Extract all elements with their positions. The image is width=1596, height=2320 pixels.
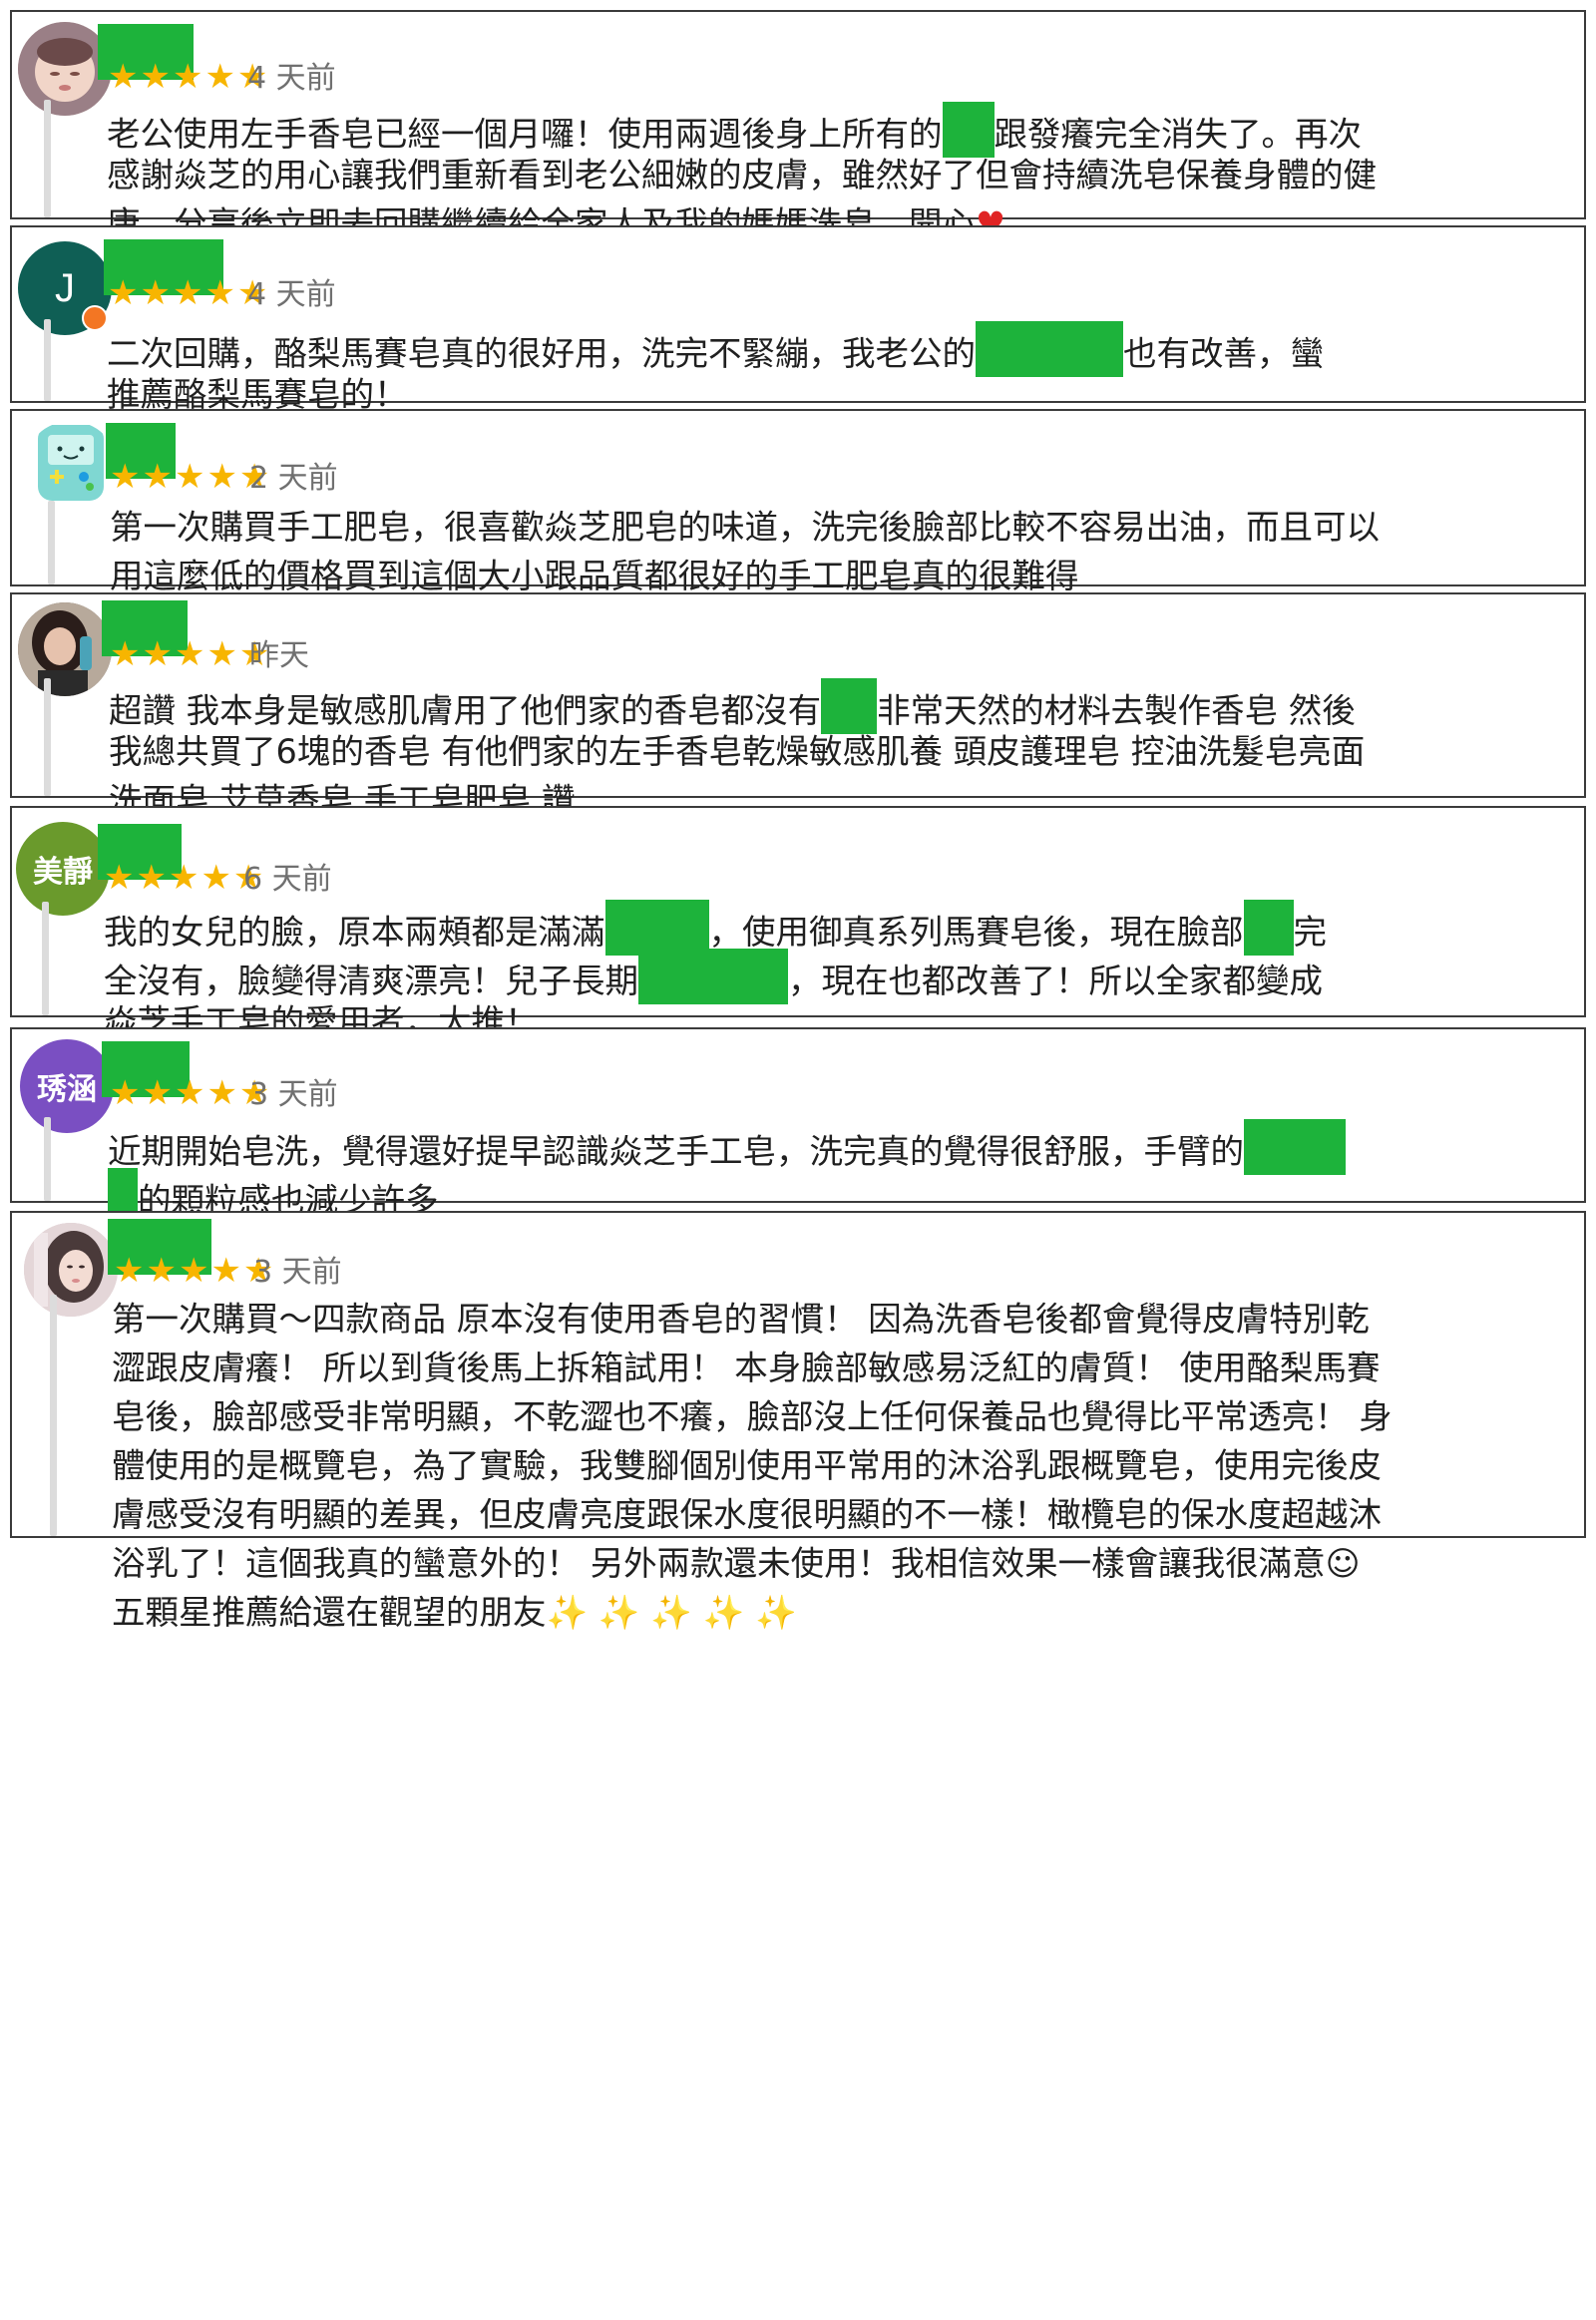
quote-bar <box>42 902 49 1015</box>
avatar[interactable] <box>24 421 118 515</box>
review-text-line: 近期開始皂洗，覺得還好提早認識焱芝手工皂，洗完真的覺得很舒服，手臂的 <box>108 1132 1244 1171</box>
avatar[interactable] <box>18 602 112 696</box>
review-card: ★★★★★ 4 天前 老公使用左手香皂已經一個月囉！使用兩週後身上所有的 跟發癢完… <box>10 10 1586 243</box>
review-text-line: 感謝焱芝的用心讓我們重新看到老公細嫩的皮膚，雖然好了但會持續洗皂保養身體的健 <box>107 156 1377 194</box>
quote-bar <box>50 1295 57 1536</box>
review-time: 4 天前 <box>247 277 336 312</box>
quote-bar <box>44 1117 51 1201</box>
review-time: 昨天 <box>249 638 309 673</box>
star-rating: ★★★★★ <box>108 57 270 97</box>
star-rating: ★★★★★ <box>114 1251 276 1291</box>
review-time: 6 天前 <box>243 862 332 897</box>
review-text: 二次回購，酪梨馬賽皂真的很好用，洗完不緊繃，我老公的 也有改善，蠻 推薦酪梨馬賽皂… <box>107 321 1324 419</box>
review-time: 3 天前 <box>253 1255 342 1290</box>
review-text: 超讚 我本身是敏感肌膚用了他們家的香皂都沒有 非常天然的材料去製作香皂 然後 我總… <box>109 678 1365 825</box>
review-text-line: 浴乳了！這個我真的蠻意外的！ 另外兩款還未使用！我相信效果一樣會讓我很滿意☺ <box>112 1544 1361 1583</box>
review-text-line: 跟發癢完全消失了。再次 <box>994 115 1363 154</box>
review-text-line: 全沒有，臉變得清爽漂亮！兒子長期 <box>104 962 638 1000</box>
review-time: 4 天前 <box>247 61 336 96</box>
sparkles-icon: ✨ ✨ ✨ ✨ ✨ <box>546 1593 797 1632</box>
review-text: 第一次購買～四款商品 原本沒有使用香皂的習慣！ 因為洗香皂後都會覺得皮膚特別乾 … <box>112 1295 1393 1637</box>
bmo-robot-icon <box>38 425 104 501</box>
review-card: ★★★★★ 昨天 超讚 我本身是敏感肌膚用了他們家的香皂都沒有 非常天然的材料去製… <box>10 592 1586 820</box>
redaction <box>821 678 878 734</box>
woman-photo-icon <box>18 602 112 696</box>
review-text-line: ，使用御真系列馬賽皂後，現在臉部 <box>708 913 1244 952</box>
avatar-letter: J <box>55 265 75 310</box>
review-text: 我的女兒的臉，原本兩頰都是滿滿 ，使用御真系列馬賽皂後，現在臉部 完 全沒有，臉變得… <box>104 900 1327 1046</box>
redaction <box>638 949 788 1004</box>
quote-bar <box>44 319 51 401</box>
review-text-line: 完 <box>1293 913 1328 952</box>
review-text-line: 非常天然的材料去製作香皂 然後 <box>877 691 1356 730</box>
avatar[interactable]: 琇涵 <box>20 1039 114 1133</box>
star-rating: ★★★★★ <box>110 634 272 674</box>
review-card: ★★★★★ 2 天前 第一次購買手工肥皂，很喜歡焱芝肥皂的味道，洗完後臉部比較不… <box>10 409 1586 595</box>
review-card: 美靜 ★★★★★ 6 天前 我的女兒的臉，原本兩頰都是滿滿 ，使用御真系列馬賽皂後… <box>10 806 1586 1041</box>
review-text-line: 體使用的是概覽皂，為了實驗，我雙腳個別使用平常用的沐浴乳跟概覽皂，使用完後皮 <box>112 1446 1382 1485</box>
quote-bar <box>44 678 51 796</box>
redaction <box>1243 900 1294 956</box>
review-text: 第一次購買手工肥皂，很喜歡焱芝肥皂的味道，洗完後臉部比較不容易出油，而且可以 用… <box>110 503 1380 600</box>
review-card: ★★★★★ 3 天前 第一次購買～四款商品 原本沒有使用香皂的習慣！ 因為洗香皂… <box>10 1211 1586 1632</box>
review-text-line: 第一次購買手工肥皂，很喜歡焱芝肥皂的味道，洗完後臉部比較不容易出油，而且可以 <box>110 508 1380 547</box>
review-text-line: 澀跟皮膚癢！ 所以到貨後馬上拆箱試用！ 本身臉部敏感易泛紅的膚質！ 使用酪梨馬賽 <box>112 1349 1381 1387</box>
redaction <box>1244 1119 1346 1175</box>
star-rating: ★★★★★ <box>110 457 272 497</box>
review-text-line: 超讚 我本身是敏感肌膚用了他們家的香皂都沒有 <box>109 691 822 730</box>
star-rating: ★★★★★ <box>104 858 266 898</box>
review-text-line: 老公使用左手香皂已經一個月囉！使用兩週後身上所有的 <box>107 115 943 154</box>
review-text-line: 我總共買了6塊的香皂 有他們家的左手香皂乾燥敏感肌養 頭皮護理皂 控油洗髮皂亮面 <box>109 732 1366 771</box>
avatar-letter: 琇涵 <box>37 1072 97 1107</box>
local-guide-badge-icon <box>82 305 108 331</box>
review-text-line: 五顆星推薦給還在觀望的朋友 <box>112 1593 547 1632</box>
review-card: 琇涵 ★★★★★ 3 天前 近期開始皂洗，覺得還好提早認識焱芝手工皂，洗完真的覺… <box>10 1027 1586 1224</box>
review-time: 3 天前 <box>249 1077 338 1112</box>
star-rating: ★★★★★ <box>110 1073 272 1113</box>
review-time: 2 天前 <box>249 461 338 496</box>
avatar[interactable]: 美靜 <box>16 822 110 916</box>
review-text-line: 二次回購，酪梨馬賽皂真的很好用，洗完不緊繃，我老公的 <box>107 334 976 373</box>
girl-photo-icon <box>24 1223 118 1317</box>
redaction <box>942 102 995 158</box>
redaction <box>976 321 1123 377</box>
quote-bar <box>48 501 55 584</box>
review-text-line: 膚感受沒有明顯的差異，但皮膚亮度跟保水度很明顯的不一樣！橄欖皂的保水度超越沐 <box>112 1495 1382 1534</box>
avatar[interactable] <box>24 1223 118 1317</box>
review-text-line: 我的女兒的臉，原本兩頰都是滿滿 <box>104 913 605 952</box>
avatar-letter: 美靜 <box>33 855 93 890</box>
review-text: 近期開始皂洗，覺得還好提早認識焱芝手工皂，洗完真的覺得很舒服，手臂的 的顆粒感也… <box>108 1119 1346 1224</box>
quote-bar <box>44 100 51 217</box>
redaction <box>604 900 709 956</box>
review-text-line: ，現在也都改善了！所以全家都變成 <box>788 962 1323 1000</box>
review-text-line: 也有改善，蠻 <box>1123 334 1324 373</box>
review-text-line: 第一次購買～四款商品 原本沒有使用香皂的習慣！ 因為洗香皂後都會覺得皮膚特別乾 <box>112 1300 1370 1339</box>
star-rating: ★★★★★ <box>108 273 270 313</box>
review-card: J ★★★★★ 4 天前 二次回購，酪梨馬賽皂真的很好用，洗完不緊繃，我老公的 也… <box>10 225 1586 414</box>
review-text-line: 皂後，臉部感受非常明顯，不乾澀也不癢，臉部沒上任何保養品也覺得比平常透亮！ 身 <box>112 1397 1393 1436</box>
